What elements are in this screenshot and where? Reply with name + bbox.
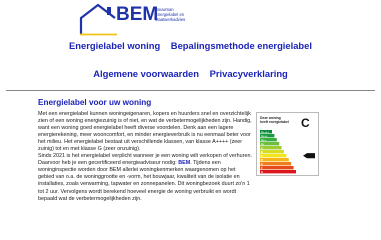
nav-link-bepalingsmethode[interactable]: Bepalingsmethode energielabel (171, 40, 312, 51)
main-nav-row-2: Algemene voorwaarden Privacyverklaring (0, 68, 381, 79)
bem-brand-mention: BEM (178, 160, 191, 167)
requirement-text-rest: . Tijdens een woninginspectie worden doo… (38, 160, 250, 202)
label-bar-text: G (261, 170, 263, 174)
label-bar-a (260, 146, 282, 150)
label-bar-text: C (261, 154, 263, 158)
label-bar-e (260, 162, 292, 166)
label-bar-text: E (261, 162, 263, 166)
label-bar-text: A (261, 146, 263, 150)
intro-paragraph: Met een energielabel kunnen woningeigena… (38, 111, 252, 153)
nav-link-privacyverklaring[interactable]: Privacyverklaring (210, 68, 288, 79)
label-bar-f (260, 166, 294, 170)
label-bar-text: A++ (261, 138, 266, 142)
house-logo-icon (79, 3, 117, 36)
energielabel-graphic: Deze woning heeft energielabel C A++++A+… (260, 116, 315, 174)
label-class-letter: C (301, 116, 310, 130)
label-bar-text: B (261, 150, 263, 154)
requirement-paragraph: Sinds 2021 is het energielabel verplicht… (38, 153, 253, 202)
nav-link-energielabel-woning[interactable]: Energielabel woning (69, 40, 160, 51)
label-bar-text: A+++ (261, 134, 268, 138)
label-bar-text: A+ (261, 142, 265, 146)
label-bar-text: D (261, 158, 263, 162)
bem-logo[interactable]: BEM Bouwman Energielabel en Maatwerkadvi… (78, 2, 185, 36)
logo-brand-text: BEM (116, 4, 159, 25)
label-bar-d (260, 158, 289, 162)
label-bar-g (260, 170, 296, 174)
label-bar-text: A++++ (261, 130, 269, 134)
main-nav-row-1: Energielabel woning Bepalingsmethode ene… (0, 40, 381, 51)
label-header-line2: heeft energielabel (260, 120, 289, 124)
energielabel-image: Deze woning heeft energielabel C A++++ A+… (256, 112, 319, 176)
page-title: Energielabel voor uw woning (38, 98, 152, 107)
logo-subtitle: Bouwman Energielabel en Maatwerkadvies (155, 7, 186, 22)
label-class-arrow (303, 153, 315, 159)
label-bar-b (260, 150, 284, 154)
label-bar-c (260, 154, 287, 158)
header-divider (6, 90, 375, 91)
nav-link-algemene-voorwaarden[interactable]: Algemene voorwaarden (93, 68, 199, 79)
